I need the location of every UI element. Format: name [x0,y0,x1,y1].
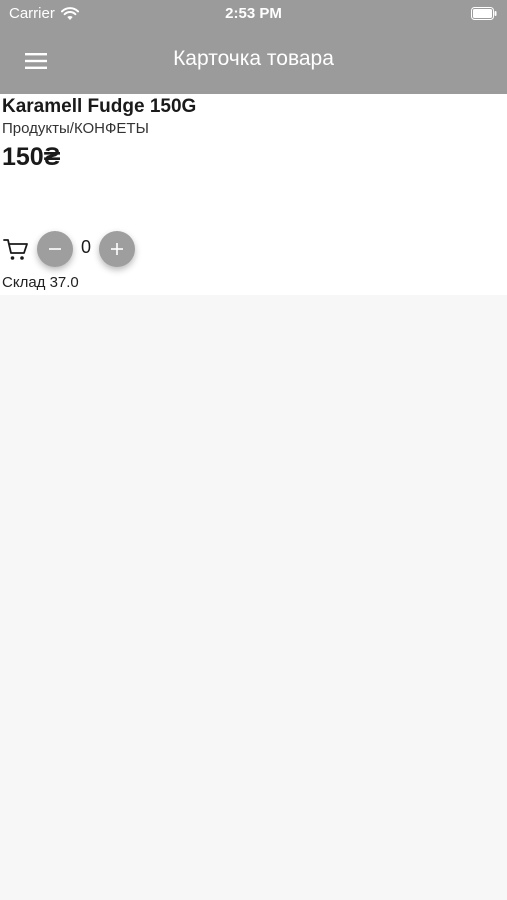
plus-icon [111,243,123,255]
top-bar: Carrier 2:53 PM Карточка товара [0,0,507,94]
quantity-value: 0 [80,237,91,257]
product-name: Karamell Fudge 150G [2,96,197,117]
increase-quantity-button[interactable] [99,231,135,267]
battery-icon [471,7,497,20]
decrease-quantity-button[interactable] [37,231,73,267]
quantity-stepper: 0 [0,229,200,269]
product-card: Karamell Fudge 150G Продукты/КОНФЕТЫ 150… [0,94,507,295]
status-time: 2:53 PM [225,5,282,22]
cart-icon[interactable] [3,238,29,262]
product-price: 150₴ [2,143,61,171]
product-category: Продукты/КОНФЕТЫ [2,120,149,137]
status-bar: Carrier 2:53 PM [0,0,507,28]
stock-quantity: Склад 37.0 [2,274,79,291]
page-title: Карточка товара [173,47,334,70]
minus-icon [49,248,61,250]
app-screen: Carrier 2:53 PM Карточка товара Karamell… [0,0,507,900]
navigation-bar: Карточка товара [0,28,507,94]
